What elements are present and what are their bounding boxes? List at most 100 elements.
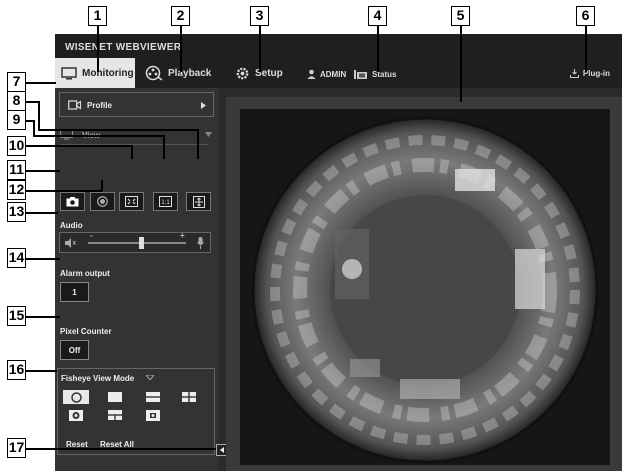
callout-leader [26, 258, 60, 260]
callout-13: 13 [7, 202, 26, 222]
callout-leader [460, 26, 462, 102]
microphone-icon[interactable] [197, 237, 204, 249]
fisheye-mode-original-quad[interactable] [140, 408, 166, 422]
fisheye-panel: Fisheye View Mode Reset Reset All [57, 368, 215, 455]
fit-screen-button[interactable] [119, 192, 144, 211]
callout-4: 4 [368, 6, 387, 26]
callout-1: 1 [88, 6, 107, 26]
fisheye-collapse-icon[interactable] [146, 375, 154, 380]
arrow-left-icon [220, 447, 224, 453]
tab-monitoring[interactable]: Monitoring [55, 58, 135, 88]
original-quad-icon [146, 409, 160, 421]
callout-leader [38, 101, 40, 129]
callout-leader [585, 26, 587, 72]
alarm-output-button[interactable]: 1 [60, 282, 89, 302]
svg-text:1:1: 1:1 [161, 200, 170, 206]
user-menu[interactable]: ADMIN [307, 69, 346, 79]
fullscreen-icon [192, 195, 205, 208]
profile-label: Profile [87, 101, 112, 110]
callout-leader [163, 135, 165, 159]
callout-leader [377, 26, 379, 72]
callout-6: 6 [576, 6, 595, 26]
callout-leader [26, 145, 132, 147]
volume-track [88, 242, 186, 244]
original-size-icon: 1:1 [159, 196, 172, 207]
callout-leader [26, 82, 56, 84]
audio-control: - + [59, 231, 211, 253]
user-name: ADMIN [320, 69, 347, 79]
volume-slider-thumb[interactable] [139, 237, 145, 249]
callout-leader [33, 135, 164, 137]
arrow-right-icon [201, 102, 206, 109]
callout-leader [26, 101, 38, 103]
callout-8: 8 [7, 91, 26, 111]
fullscreen-button[interactable] [186, 192, 211, 211]
monitor-icon [61, 66, 77, 79]
callout-17: 17 [7, 438, 26, 458]
callout-leader [26, 316, 60, 318]
status-button[interactable]: Status [354, 69, 396, 79]
volume-minus: - [90, 231, 93, 240]
profile-selector[interactable]: Profile [59, 92, 214, 117]
callout-14: 14 [7, 248, 26, 268]
fisheye-mode-panorama-split[interactable] [102, 408, 128, 422]
status-label: Status [372, 69, 397, 79]
camera-icon [66, 196, 79, 206]
film-reel-icon [145, 65, 163, 81]
callout-9: 9 [7, 110, 26, 130]
callout-11: 11 [7, 160, 26, 180]
quad-circle-icon [69, 409, 83, 421]
fisheye-mode-double-panorama[interactable] [140, 390, 166, 404]
circle-view-icon [70, 391, 82, 403]
top-bar: WISENET WEBVIEWER Monitoring Playback Se… [55, 34, 622, 88]
callout-15: 15 [7, 306, 26, 326]
callout-leader [97, 26, 99, 72]
plugin-label: Plug-in [582, 69, 610, 78]
plugin-button[interactable]: Plug-in [569, 69, 610, 78]
fisheye-mode-original[interactable] [63, 390, 89, 404]
fisheye-image [251, 116, 599, 464]
status-icon [354, 70, 367, 79]
panorama-split-icon [108, 410, 122, 420]
original-size-button[interactable]: 1:1 [153, 192, 178, 211]
view-collapse-icon [205, 132, 212, 137]
fisheye-mode-label: Fisheye View Mode [61, 374, 135, 383]
speaker-icon[interactable] [65, 238, 76, 248]
brand-logo: WISENET WEBVIEWER [65, 42, 182, 53]
tab-monitoring-label: Monitoring [82, 67, 134, 79]
callout-leader [33, 120, 35, 136]
webviewer-app: WISENET WEBVIEWER Monitoring Playback Se… [55, 34, 622, 471]
callout-7: 7 [7, 72, 26, 92]
tab-playback[interactable]: Playback [139, 58, 225, 88]
callout-leader [101, 180, 103, 191]
fisheye-mode-quad[interactable] [176, 390, 202, 404]
tab-playback-label: Playback [168, 67, 212, 79]
double-panorama-icon [146, 392, 160, 402]
pixel-counter-button[interactable]: Off [60, 340, 89, 360]
callout-2: 2 [171, 6, 190, 26]
volume-plus: + [180, 231, 185, 240]
tab-setup[interactable]: Setup [229, 58, 293, 88]
callout-leader [26, 212, 58, 214]
fit-screen-icon [125, 196, 138, 207]
callout-leader [26, 370, 57, 372]
audio-label: Audio [60, 221, 83, 230]
fisheye-mode-panorama[interactable] [102, 390, 128, 404]
record-button[interactable] [90, 192, 115, 211]
alarm-output-label: Alarm output [60, 269, 110, 278]
callout-leader [38, 129, 198, 131]
camera-profile-icon [68, 100, 81, 110]
callout-leader [26, 448, 216, 450]
fisheye-video-feed[interactable] [240, 109, 610, 465]
gear-icon [236, 67, 249, 79]
callout-leader [131, 145, 133, 159]
callout-leader [26, 190, 102, 192]
capture-button[interactable] [60, 192, 85, 211]
panorama-icon [108, 392, 122, 402]
callout-leader [259, 26, 261, 72]
fisheye-mode-quad-circle[interactable] [63, 408, 89, 422]
callout-12: 12 [7, 180, 26, 200]
user-icon [307, 69, 316, 79]
callout-16: 16 [7, 360, 26, 380]
pixel-counter-label: Pixel Counter [60, 327, 112, 336]
